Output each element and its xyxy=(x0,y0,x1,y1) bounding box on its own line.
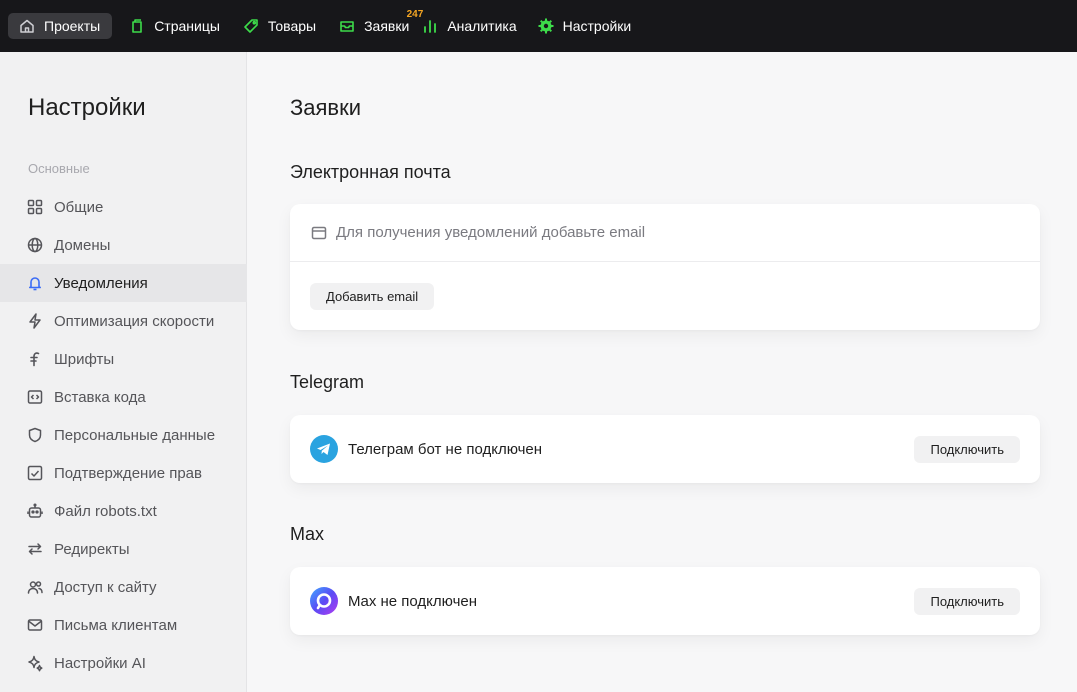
add-email-button[interactable]: Добавить email xyxy=(310,282,435,310)
sidebar-item-label: Общие xyxy=(54,198,104,216)
bell-icon xyxy=(26,274,44,292)
max-status: Max не подключен xyxy=(310,587,477,615)
chart-icon xyxy=(421,17,439,35)
shield-icon xyxy=(26,426,44,444)
telegram-card: Телеграм бот не подключен Подключить xyxy=(290,415,1040,483)
email-section-title: Электронная почта xyxy=(290,162,451,182)
nav-products-label: Товары xyxy=(267,18,317,34)
users-icon xyxy=(26,578,44,596)
sidebar-item-speed[interactable]: Оптимизация скорости xyxy=(0,302,247,340)
top-navigation: Проекты Страницы Товары Заявки 247 Анали… xyxy=(0,0,1077,52)
telegram-row: Телеграм бот не подключен Подключить xyxy=(290,415,1040,483)
nav-analytics-label: Аналитика xyxy=(447,18,517,34)
sparkle-icon xyxy=(26,654,44,672)
sidebar-item-notifications[interactable]: Уведомления xyxy=(0,264,247,302)
sidebar-item-label: Подтверждение прав xyxy=(54,464,202,482)
sidebar-item-general[interactable]: Общие xyxy=(0,188,247,226)
sidebar-item-label: Вставка кода xyxy=(54,388,146,406)
nav-products[interactable]: Товары xyxy=(232,13,328,39)
sidebar-item-label: Персональные данные xyxy=(54,426,216,444)
nav-settings[interactable]: Настройки xyxy=(529,13,644,39)
nav-settings-label: Настройки xyxy=(562,18,632,34)
telegram-icon xyxy=(310,435,338,463)
max-row: Max не подключен Подключить xyxy=(290,567,1040,635)
checkbox-icon xyxy=(26,464,44,482)
max-status-text: Max не подключен xyxy=(348,592,478,610)
nav-pages-label: Страницы xyxy=(154,18,220,34)
font-icon xyxy=(26,350,44,368)
sidebar-item-label: Уведомления xyxy=(54,274,148,292)
sidebar-item-client-emails[interactable]: Письма клиентам xyxy=(0,606,247,644)
sidebar-item-redirects[interactable]: Редиректы xyxy=(0,530,247,568)
sidebar-group-label: Основные xyxy=(28,161,90,176)
telegram-status: Телеграм бот не подключен xyxy=(310,435,542,463)
sidebar-item-label: Файл robots.txt xyxy=(54,502,157,520)
sidebar-item-label: Шрифты xyxy=(54,350,115,368)
nav-projects-label: Проекты xyxy=(44,18,101,34)
sidebar-item-fonts[interactable]: Шрифты xyxy=(0,340,247,378)
max-card: Max не подключен Подключить xyxy=(290,567,1040,635)
robot-icon xyxy=(26,502,44,520)
email-info-row: Для получения уведомлений добавьте email xyxy=(290,204,1040,262)
main-content: Заявки Электронная почта Для получения у… xyxy=(248,52,1077,692)
arrows-icon xyxy=(26,540,44,558)
tag-icon xyxy=(242,17,260,35)
nav-projects[interactable]: Проекты xyxy=(8,13,113,39)
sidebar-item-label: Письма клиентам xyxy=(54,616,178,634)
sidebar-item-access[interactable]: Доступ к сайту xyxy=(0,568,247,606)
sidebar-item-ai[interactable]: Настройки AI xyxy=(0,644,247,682)
sidebar-item-code[interactable]: Вставка кода xyxy=(0,378,247,416)
connect-telegram-button[interactable]: Подключить xyxy=(914,435,1020,463)
sidebar-item-domains[interactable]: Домены xyxy=(0,226,247,264)
code-icon xyxy=(26,388,44,406)
sidebar-item-label: Редиректы xyxy=(54,540,130,558)
inbox-icon xyxy=(310,224,328,242)
gear-icon xyxy=(537,17,555,35)
home-icon xyxy=(18,17,36,35)
max-icon xyxy=(310,587,338,615)
globe-icon xyxy=(26,236,44,254)
nav-requests[interactable]: Заявки 247 xyxy=(328,9,423,39)
max-section-title: Max xyxy=(290,524,325,544)
telegram-status-text: Телеграм бот не подключен xyxy=(348,440,543,458)
sidebar-item-robots[interactable]: Файл robots.txt xyxy=(0,492,247,530)
email-actions-row: Добавить email xyxy=(290,262,1040,330)
page-title: Заявки xyxy=(290,95,362,120)
nav-requests-label: Заявки xyxy=(364,18,410,34)
email-card: Для получения уведомлений добавьте email… xyxy=(290,204,1040,330)
email-info-text: Для получения уведомлений добавьте email xyxy=(336,224,646,241)
connect-max-button[interactable]: Подключить xyxy=(914,587,1020,615)
telegram-section-title: Telegram xyxy=(290,372,365,392)
lightning-icon xyxy=(26,312,44,330)
sidebar-item-label: Оптимизация скорости xyxy=(54,312,215,330)
grid-icon xyxy=(26,198,44,216)
sidebar-item-label: Домены xyxy=(54,236,111,254)
page-icon xyxy=(128,17,146,35)
sidebar-item-label: Доступ к сайту xyxy=(54,578,157,596)
mail-icon xyxy=(26,616,44,634)
sidebar-title: Настройки xyxy=(28,94,146,121)
nav-pages[interactable]: Страницы xyxy=(118,13,232,39)
inbox-icon xyxy=(338,17,356,35)
sidebar-item-verification[interactable]: Подтверждение прав xyxy=(0,454,247,492)
sidebar-list: Общие Домены Уведомления Оптимизация ско… xyxy=(0,188,247,682)
sidebar-item-label: Настройки AI xyxy=(54,654,146,672)
settings-sidebar: Настройки Основные Общие Домены Уведомле… xyxy=(0,52,247,692)
sidebar-item-personal-data[interactable]: Персональные данные xyxy=(0,416,247,454)
nav-analytics[interactable]: Аналитика xyxy=(421,13,528,39)
